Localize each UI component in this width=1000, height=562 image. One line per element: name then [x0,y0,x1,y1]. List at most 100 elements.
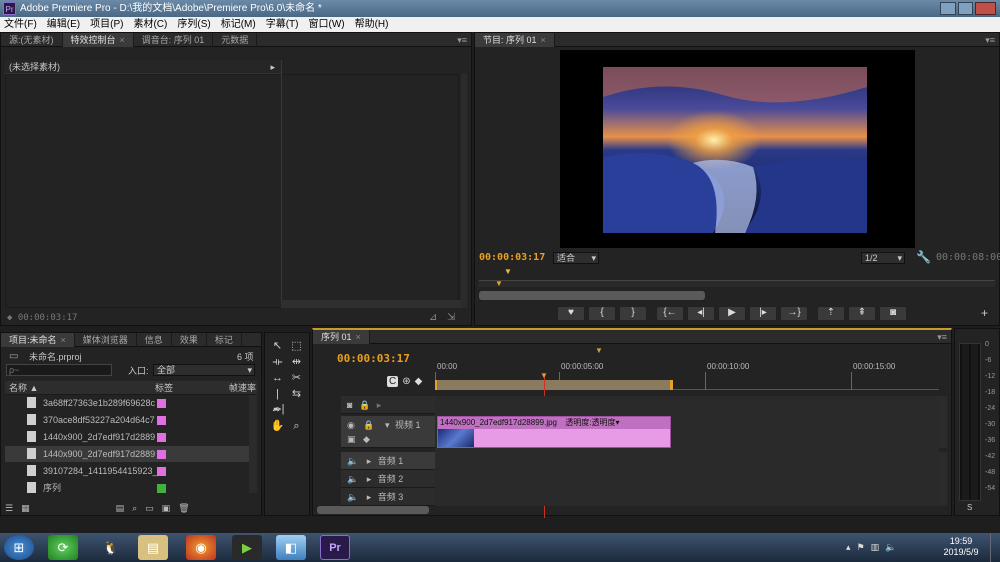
label-color-swatch[interactable] [157,467,166,476]
speaker-icon[interactable]: 🔈 [347,474,358,484]
icon-view-icon[interactable]: ▦ [21,503,30,515]
keyframe-icon[interactable]: ◆ [363,430,370,448]
resolution-dropdown[interactable]: 1/2 ▾ [861,252,905,264]
tab-metadata[interactable]: 元数据 [213,32,258,47]
clip-opacity-label[interactable]: 透明度:透明度 [565,418,615,427]
wrench-settings-icon[interactable]: 🔧 [916,250,931,264]
list-item[interactable]: 370ace8df53227a204d64c7 [5,412,249,428]
timeline-horizontal-scrollbar[interactable] [317,506,429,514]
lift-button[interactable]: ⇡ [817,306,845,321]
trash-icon[interactable]: 🗑 [178,503,189,515]
tab-markers[interactable]: 标记 [207,332,242,347]
panel-menu-icon[interactable]: ▾≡ [937,330,947,344]
volume-icon[interactable]: 🔈 [885,542,896,553]
rate-stretch-tool-icon[interactable]: ↔ [270,371,285,386]
playhead-icon[interactable]: ▼ [540,371,548,380]
entry-dropdown[interactable]: 全部 ▾ [153,364,255,376]
list-item[interactable]: 1440x900_2d7edf917d2889 [5,429,249,445]
close-button[interactable] [975,2,996,15]
menu-item-7[interactable]: 窗口(W) [308,17,344,32]
app-window-icon[interactable]: ◧ [276,535,306,560]
work-area-bar[interactable] [435,380,673,390]
program-time-ruler[interactable]: ▼ [479,267,995,281]
go-to-out-button[interactable]: →} [780,306,808,321]
pen-tool-icon[interactable]: ✒ [270,403,285,418]
hand-tool-icon[interactable]: ✋ [270,419,285,434]
collapse-arrow-icon[interactable]: ▸ [367,456,372,466]
collapse-arrow-icon[interactable]: ▾ [385,416,390,434]
zoom-tool-icon[interactable]: ⌕ [289,419,304,434]
tab-project[interactable]: 项目:未命名 × [1,332,75,347]
razor-tool-icon[interactable]: ✂ [289,371,304,386]
track-select-tool-icon[interactable]: ⬚ [289,339,304,354]
browser-icon[interactable]: ⟳ [48,535,78,560]
step-forward-button[interactable]: |▸ [749,306,777,321]
list-item[interactable]: 39107284_1411954415923_ [5,463,249,479]
menu-item-3[interactable]: 素材(C) [133,17,167,32]
menu-item-0[interactable]: 文件(F) [4,17,37,32]
network-icon[interactable]: ▥ [871,542,880,553]
close-icon[interactable]: × [61,335,66,345]
start-button-icon[interactable]: ⊞ [4,535,34,560]
tab-program[interactable]: 节目: 序列 01 × [475,32,555,47]
tab-effects[interactable]: 效果 [172,332,207,347]
speaker-icon[interactable]: 🔈 [347,492,358,502]
column-frame-rate[interactable]: 帧速率 [229,381,256,395]
tab-source[interactable]: 源:(无素材) [1,32,63,47]
video-scrollbar[interactable] [939,396,947,448]
work-area-marker-icon[interactable]: ▼ [595,346,603,355]
list-item[interactable]: 序列 [5,480,249,493]
tab-media-browser[interactable]: 媒体浏览器 [75,332,137,347]
display-style-icon[interactable]: ▣ [347,430,356,448]
tray-flag-icon[interactable]: ⚑ [857,542,865,553]
column-name[interactable]: 名称 ▲ [9,381,38,395]
close-icon[interactable]: × [120,35,125,45]
mark-in-button[interactable]: { [588,306,616,321]
list-item[interactable]: 1440x900_2d7edf917d2889 [5,446,249,462]
premiere-taskbar-icon[interactable]: Pr [320,535,350,560]
project-scrollbar[interactable] [249,395,257,493]
export-icon[interactable]: ⇲ [447,312,455,323]
close-icon[interactable]: × [356,332,361,342]
tab-effect-controls[interactable]: 特效控制台 × [62,32,134,47]
tab-sequence[interactable]: 序列 01 × [313,329,370,344]
media-player-icon[interactable]: ▶ [232,535,262,560]
expand-arrow-icon[interactable]: ▸ [270,60,275,74]
go-to-in-button[interactable]: {← [656,306,684,321]
program-timecode[interactable]: 00:00:03:17 [479,252,545,263]
slip-tool-icon[interactable]: |↔| [270,387,285,415]
list-item[interactable]: 3a68ff27363e1b289f69628c [5,395,249,411]
audio-scrollbar[interactable] [939,452,947,506]
menu-item-8[interactable]: 帮助(H) [355,17,389,32]
add-marker-button[interactable]: ♥ [557,306,585,321]
panel-menu-icon[interactable]: ▾≡ [457,33,467,47]
solo-label[interactable]: S [967,503,972,512]
find-icon[interactable]: ⌕ [132,503,137,515]
label-color-swatch[interactable] [157,399,166,408]
menu-item-5[interactable]: 标记(M) [221,17,256,32]
label-color-swatch[interactable] [157,484,166,493]
tab-info[interactable]: 信息 [137,332,172,347]
panel-menu-icon[interactable]: ▾≡ [985,33,995,47]
video-clip[interactable]: 1440x900_2d7edf917d28899.jpg 透明度:透明度▾ [437,416,671,448]
new-item-icon[interactable]: ▣ [162,503,171,515]
automate-sequence-icon[interactable]: ▤ [116,503,125,515]
list-view-icon[interactable]: ☰ [5,503,13,515]
mark-out-button[interactable]: } [619,306,647,321]
current-time-marker-icon[interactable]: ▼ [495,279,503,288]
filter-icon[interactable]: ⊿ [429,312,437,323]
menu-item-6[interactable]: 字幕(T) [266,17,299,32]
label-color-swatch[interactable] [157,416,166,425]
vertical-scrollbar[interactable] [461,74,467,308]
ripple-edit-tool-icon[interactable]: ⟛ [270,355,285,370]
toggle-output-icon[interactable]: ◙ [347,400,352,410]
qq-icon[interactable]: 🐧 [96,535,126,560]
zoom-scroll-bar[interactable] [479,291,705,300]
collapse-arrow-icon[interactable]: ▸ [377,400,382,410]
tab-audio-mixer[interactable]: 调音台: 序列 01 [134,32,214,47]
step-back-button[interactable]: ◂| [687,306,715,321]
snap-icon[interactable]: C [387,376,399,387]
track-area[interactable] [435,396,939,506]
close-icon[interactable]: × [541,35,546,45]
tray-arrow-icon[interactable]: ▴ [846,542,851,553]
